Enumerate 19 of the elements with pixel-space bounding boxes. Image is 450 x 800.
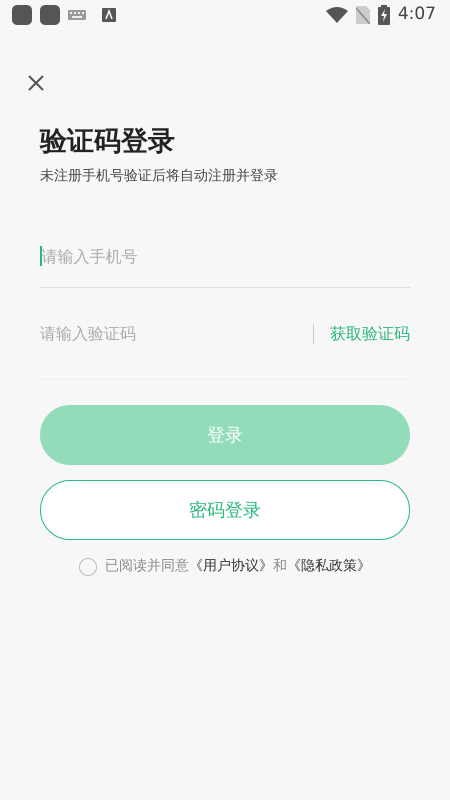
notification-icon: [102, 8, 116, 22]
agreement-text: 已阅读并同意《用户协议》和《隐私政策》: [105, 557, 371, 576]
phone-input[interactable]: 请输入手机号: [42, 225, 410, 288]
get-code-button[interactable]: 获取验证码: [313, 324, 410, 344]
close-icon[interactable]: [28, 74, 44, 91]
agreement-link[interactable]: 《用户协议》: [189, 558, 273, 574]
wifi-icon: [326, 7, 348, 23]
keyboard-icon: [68, 10, 86, 20]
password-login-button[interactable]: 密码登录: [40, 480, 410, 540]
app-icon: [12, 5, 32, 25]
no-sim-icon: [356, 6, 370, 24]
agreement-link[interactable]: 《隐私政策》: [287, 558, 371, 574]
agree-radio[interactable]: [79, 558, 97, 576]
clock: 4:07: [398, 3, 436, 26]
battery-charging-icon: [378, 5, 390, 25]
subtitle: 未注册手机号验证后将自动注册并登录: [40, 167, 279, 186]
code-input[interactable]: 请输入验证码: [40, 304, 313, 364]
page-title: 验证码登录: [40, 126, 176, 158]
app-icon: [40, 5, 60, 25]
